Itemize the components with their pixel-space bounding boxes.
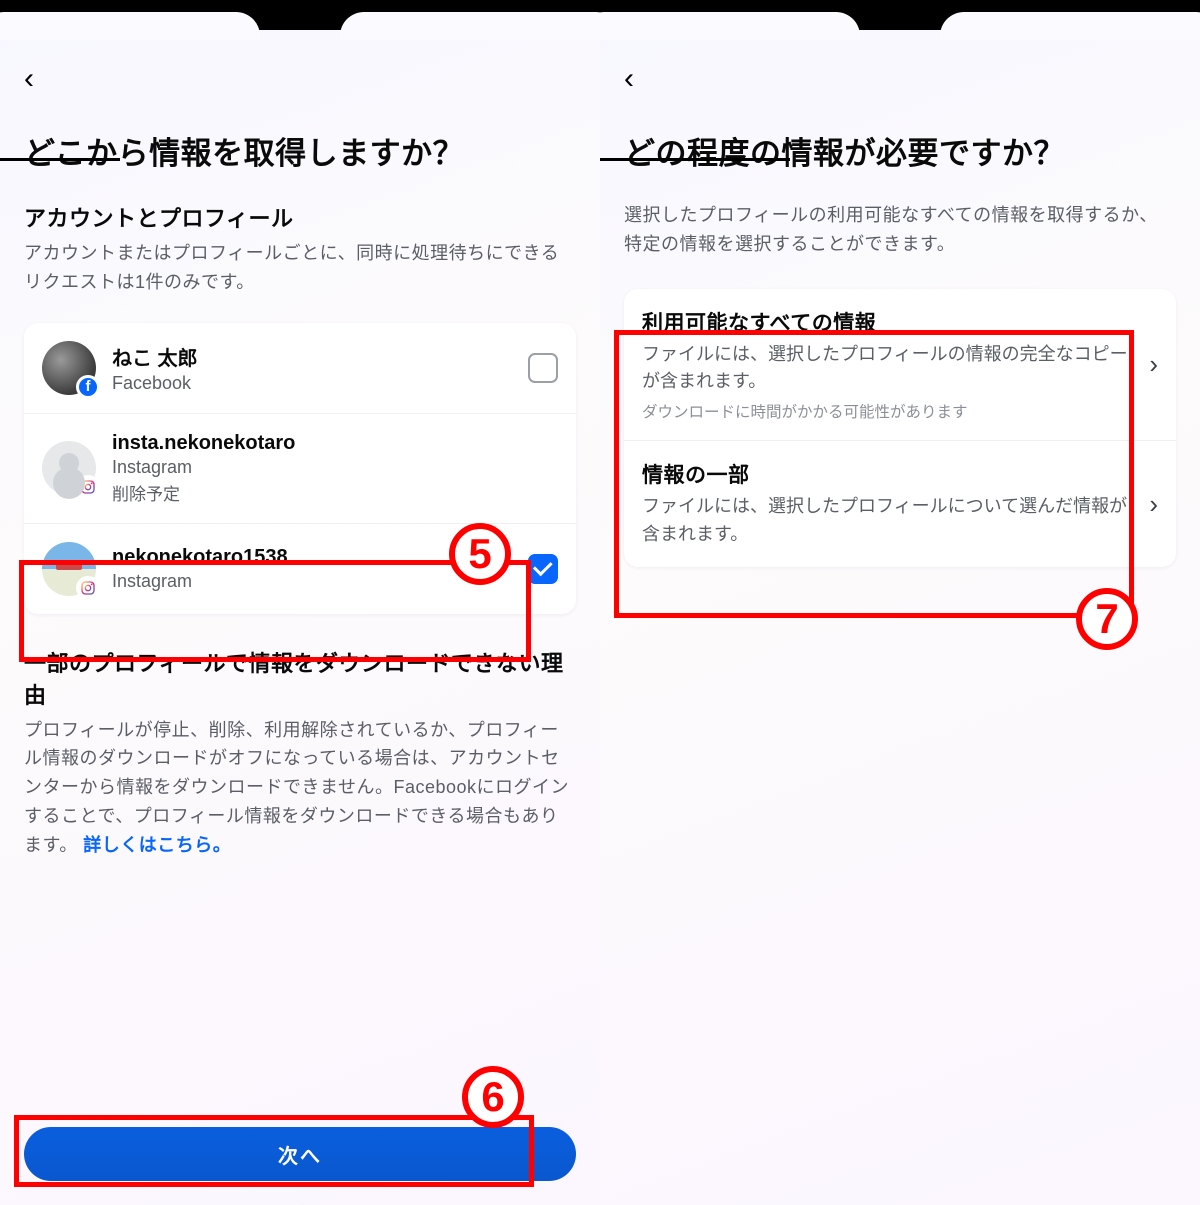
option-desc: ファイルには、選択したプロフィールの情報の完全なコピーが含まれます。 <box>642 341 1141 397</box>
account-service: Facebook <box>112 373 528 394</box>
options-card: 利用可能なすべての情報 ファイルには、選択したプロフィールの情報の完全なコピーが… <box>624 289 1176 568</box>
option-all-info[interactable]: 利用可能なすべての情報 ファイルには、選択したプロフィールの情報の完全なコピーが… <box>624 289 1176 441</box>
account-row-instagram-selected[interactable]: nekonekotaro1538 Instagram <box>24 523 576 614</box>
option-note: ダウンロードに時間がかかる可能性があります <box>642 400 1141 422</box>
avatar <box>42 441 96 495</box>
avatar <box>42 542 96 596</box>
status-bar <box>600 0 1200 30</box>
accounts-desc: アカウントまたはプロフィールごとに、同時に処理待ちにできるリクエストは1件のみで… <box>24 239 576 297</box>
option-title: 情報の一部 <box>642 459 1141 489</box>
page-title: どの程度の情報が必要ですか？ <box>624 128 1176 173</box>
option-partial-info[interactable]: 情報の一部 ファイルには、選択したプロフィールについて選んだ情報が含まれます。 … <box>624 440 1176 567</box>
annotation-number-6: 6 <box>462 1066 524 1128</box>
account-name: insta.nekonekotaro <box>112 432 558 455</box>
account-name: ねこ 太郎 <box>112 342 528 371</box>
instagram-badge-icon <box>76 576 100 600</box>
account-service: Instagram <box>112 571 528 592</box>
option-desc: ファイルには、選択したプロフィールについて選んだ情報が含まれます。 <box>642 493 1141 549</box>
progress-underline <box>600 158 790 161</box>
chevron-right-icon: › <box>1149 349 1158 380</box>
page-desc: 選択したプロフィールの利用可能なすべての情報を取得するか、特定の情報を選択するこ… <box>624 201 1176 259</box>
checkbox[interactable] <box>528 353 558 383</box>
account-name: nekonekotaro1538 <box>112 546 528 569</box>
page-title: どこから情報を取得しますか？ <box>24 128 576 173</box>
right-screenshot: ‹ どの程度の情報が必要ですか？ 選択したプロフィールの利用可能なすべての情報を… <box>600 0 1200 1205</box>
reason-desc: プロフィールが停止、削除、利用解除されているか、プロフィール情報のダウンロードが… <box>24 716 576 860</box>
chevron-right-icon: › <box>1149 489 1158 520</box>
reason-heading: 一部のプロフィールで情報をダウンロードできない理由 <box>24 646 576 710</box>
facebook-badge-icon <box>76 375 100 399</box>
progress-underline <box>0 158 120 161</box>
account-row-instagram-pending[interactable]: insta.nekonekotaro Instagram 削除予定 <box>24 413 576 523</box>
account-service: Instagram <box>112 457 558 478</box>
account-note: 削除予定 <box>112 480 558 505</box>
account-row-facebook[interactable]: ねこ 太郎 Facebook <box>24 323 576 413</box>
left-screenshot: ‹ どこから情報を取得しますか？ アカウントとプロフィール アカウントまたはプロ… <box>0 0 600 1205</box>
instagram-badge-icon <box>76 475 100 499</box>
annotation-number-7: 7 <box>1076 588 1138 650</box>
option-title: 利用可能なすべての情報 <box>642 307 1141 337</box>
checkbox-checked[interactable] <box>528 554 558 584</box>
accounts-card: ねこ 太郎 Facebook insta.nekonekotaro Instag… <box>24 323 576 614</box>
learn-more-link[interactable]: 詳しくはこちら。 <box>83 835 231 855</box>
back-icon[interactable]: ‹ <box>624 64 634 94</box>
accounts-heading: アカウントとプロフィール <box>24 201 576 233</box>
status-bar <box>0 0 600 30</box>
next-button[interactable]: 次へ <box>24 1127 576 1181</box>
back-icon[interactable]: ‹ <box>24 64 34 94</box>
avatar <box>42 341 96 395</box>
